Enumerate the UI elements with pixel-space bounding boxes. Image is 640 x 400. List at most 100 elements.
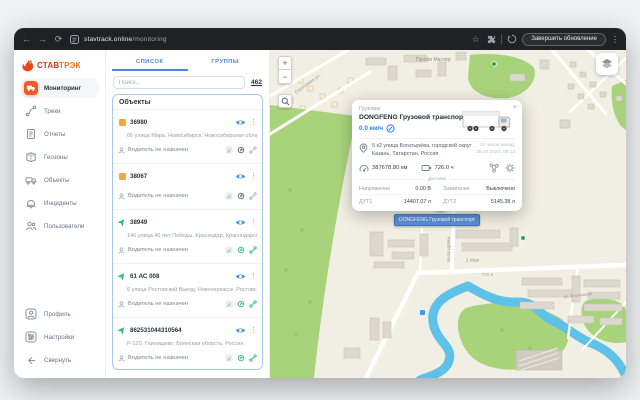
item-menu-icon[interactable]: ⋮ [250, 119, 257, 126]
site-info-icon[interactable] [69, 34, 79, 44]
list-item[interactable]: 36980 ⋮ 66 улица Мира, Новосибирск, Ново… [113, 109, 262, 163]
back-icon[interactable]: ← [21, 35, 32, 44]
locate-icon[interactable] [237, 349, 245, 367]
forward-icon[interactable]: → [37, 35, 48, 44]
speed-value: 0.0 км/ч [359, 125, 383, 132]
edit-icon[interactable] [225, 141, 233, 159]
sensor-row: Напряжение0.00 В [359, 182, 431, 195]
bookmark-star-icon[interactable]: ☆ [470, 35, 481, 44]
map-search-button[interactable] [278, 94, 292, 108]
popup-address: 5 к2 улица Богатырёва, городской округ К… [372, 143, 472, 158]
browser-menu-icon[interactable]: ⋮ [611, 35, 619, 44]
item-menu-icon[interactable]: ⋮ [250, 273, 257, 280]
sidebar-item-label: Геозоны [44, 154, 68, 161]
sidebar-item-collapse[interactable]: Свернуть [20, 350, 99, 370]
driver-icon [118, 241, 125, 259]
sidebar-item-monitoring[interactable]: Мониторинг [20, 78, 99, 98]
zoom-out-button[interactable]: − [278, 70, 292, 84]
settings-gear-icon[interactable] [505, 163, 515, 173]
sensor-row: ЗажиганиеВыключено [443, 182, 515, 195]
odometer-icon [359, 164, 369, 173]
sensor-row: ДУТ114407.07 л [359, 195, 431, 207]
sidebar-item-users[interactable]: Пользователи [20, 216, 99, 236]
layers-icon [599, 56, 615, 72]
map-layers-button[interactable] [596, 53, 618, 75]
route-icon[interactable] [249, 349, 257, 367]
list-item[interactable]: 61 АС 008 ⋮ 6 улица Ростовский Выезд, Но… [113, 263, 262, 317]
sidebar-item-objects[interactable]: Объекты [20, 170, 99, 190]
driver-icon [118, 187, 125, 205]
locate-icon[interactable] [237, 141, 245, 159]
locate-icon[interactable] [237, 187, 245, 205]
sidebar-item-label: Объекты [44, 177, 70, 184]
status-moving-icon [118, 218, 126, 226]
reports-icon [24, 127, 38, 141]
location-pin-icon [359, 143, 368, 153]
route-icon[interactable] [249, 187, 257, 205]
logo-flame-icon [22, 59, 34, 72]
edit-icon[interactable] [225, 241, 233, 259]
sidebar-item-label: Отчеты [44, 131, 65, 138]
browser-window: ← → ⟳ stavtrack.online/monitoring ☆ Заве… [14, 28, 626, 378]
item-menu-icon[interactable]: ⋮ [250, 327, 257, 334]
finish-update-button[interactable]: Завершить обновление [522, 33, 606, 46]
reload-icon[interactable]: ⟳ [53, 35, 64, 44]
extensions-puzzle-icon[interactable] [486, 34, 496, 44]
list-item[interactable]: 38949 ⋮ 146 улица 40 лет Победы, Краснод… [113, 209, 262, 263]
street-label: 1 Мая [466, 258, 480, 264]
objects-counter[interactable]: 462 [251, 79, 262, 86]
sidebar-item-tracks[interactable]: Треки [20, 101, 99, 121]
list-tabs: СПИСОК ГРУППЫ [112, 56, 263, 71]
route-icon[interactable] [249, 241, 257, 259]
tab-groups[interactable]: ГРУППЫ [188, 56, 264, 71]
sync-icon[interactable] [507, 34, 517, 44]
list-item[interactable]: 38067 ⋮ Водитель не назначен [113, 163, 262, 209]
street-label: Богатырёва [446, 236, 451, 262]
status-moving-icon [118, 272, 126, 280]
sidebar-item-geofences[interactable]: Геозоны [20, 147, 99, 167]
tab-list[interactable]: СПИСОК [112, 56, 188, 71]
item-menu-icon[interactable]: ⋮ [250, 219, 257, 226]
zoom-in-button[interactable]: + [278, 56, 292, 70]
address-bar[interactable]: stavtrack.online/monitoring [84, 36, 167, 43]
sidebar-item-profile[interactable]: Профиль [20, 304, 99, 324]
item-menu-icon[interactable]: ⋮ [250, 173, 257, 180]
edit-icon[interactable] [225, 349, 233, 367]
logo[interactable]: СТАВТРЭК [20, 57, 99, 78]
show-on-map-eye-icon[interactable] [235, 321, 246, 339]
sensors-nodes-icon[interactable] [489, 163, 499, 173]
edit-icon[interactable] [225, 295, 233, 313]
sidebar-item-settings[interactable]: Настройки [20, 327, 99, 347]
edit-icon[interactable] [225, 187, 233, 205]
park-poi-icon [521, 236, 526, 241]
sidebar-item-reports[interactable]: Отчеты [20, 124, 99, 144]
geofences-icon [24, 150, 38, 164]
sidebar-item-label: Настройки [44, 334, 74, 341]
vehicle-marker-label[interactable]: DONGFENG Грузовой транспорт [394, 214, 480, 226]
engine-hours-value: 726.0 ч [435, 165, 454, 171]
objects-list-panel: СПИСОК ГРУППЫ 462 Объекты 36980 ⋮ [106, 50, 270, 378]
list-item[interactable]: 862531044310564 ⋮ Р-120, Глинищево, Брян… [113, 317, 262, 369]
show-on-map-eye-icon[interactable] [235, 167, 246, 185]
show-on-map-eye-icon[interactable] [235, 213, 246, 231]
park-poi-icon [492, 62, 497, 67]
sidebar: СТАВТРЭК Мониторинг Треки Отчеты Геозон [14, 50, 106, 378]
sidebar-item-label: Треки [44, 108, 60, 115]
profile-icon [24, 307, 38, 321]
route-icon[interactable] [249, 295, 257, 313]
map-canvas[interactable]: Сиреневая ул. Богатырёва 1 Мая ул. Бирюз… [270, 50, 626, 378]
sidebar-menu: Мониторинг Треки Отчеты Геозоны Объекты [20, 78, 99, 236]
locate-icon[interactable] [237, 241, 245, 259]
logo-text: СТАВТРЭК [37, 61, 81, 70]
sidebar-item-incidents[interactable]: Инциденты [20, 193, 99, 213]
engine-hours-icon [421, 164, 432, 172]
sidebar-item-label: Инциденты [44, 200, 77, 207]
search-input[interactable] [113, 76, 245, 89]
status-parked-icon [118, 118, 126, 126]
locate-icon[interactable] [237, 295, 245, 313]
show-on-map-eye-icon[interactable] [235, 267, 246, 285]
poi-label: Профи Мастер [416, 57, 451, 63]
route-icon[interactable] [249, 141, 257, 159]
show-on-map-eye-icon[interactable] [235, 113, 246, 131]
driver-icon [118, 349, 125, 367]
